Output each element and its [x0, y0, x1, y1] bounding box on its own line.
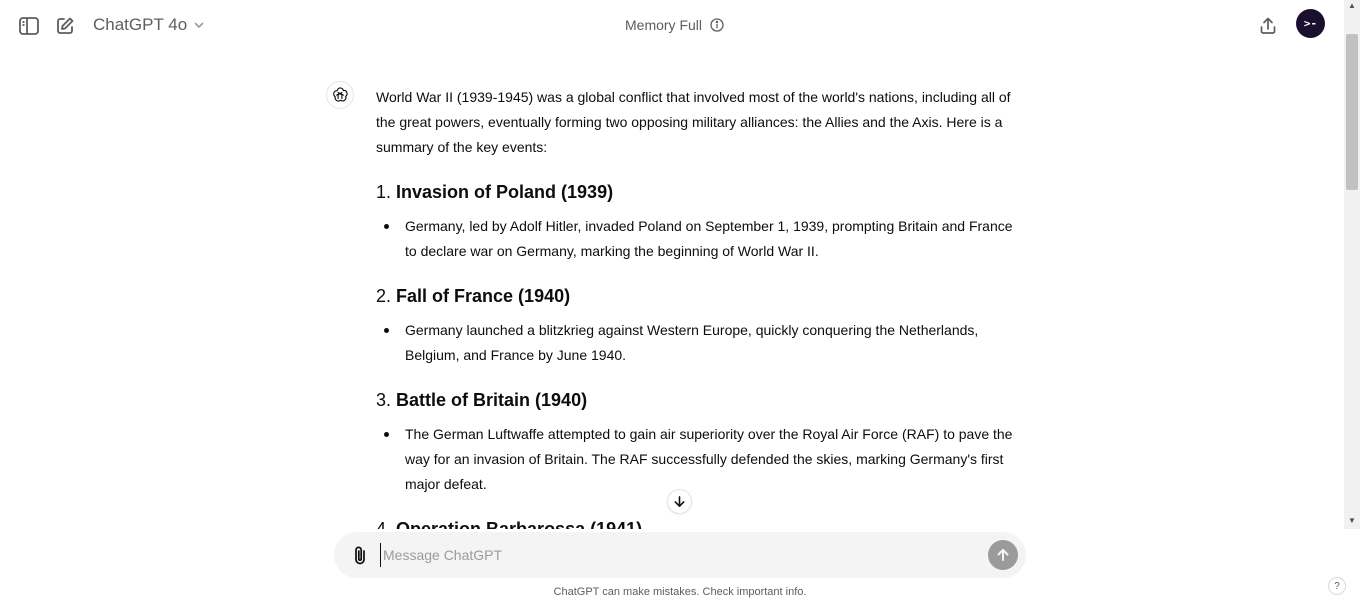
scrollbar[interactable]: ▲ ▼: [1344, 0, 1360, 529]
section-title: Invasion of Poland (1939): [396, 182, 614, 202]
assistant-message: World War II (1939-1945) was a global co…: [376, 85, 1020, 529]
assistant-avatar: [326, 81, 354, 109]
section-number: 4.: [376, 519, 392, 529]
scroll-to-bottom-button[interactable]: [667, 489, 692, 514]
help-button[interactable]: ?: [1328, 577, 1346, 595]
arrow-up-icon: [997, 549, 1009, 561]
message-input[interactable]: [380, 543, 980, 567]
paperclip-icon: [355, 546, 365, 565]
memory-label: Memory Full: [625, 17, 703, 33]
section-number: 2.: [376, 286, 392, 306]
new-chat-icon: [57, 17, 74, 34]
disclaimer: ChatGPT can make mistakes. Check importa…: [553, 586, 807, 598]
conversation: World War II (1939-1945) was a global co…: [0, 52, 1344, 529]
sidebar-toggle-button[interactable]: [16, 13, 42, 39]
scroll-up-arrow-icon[interactable]: ▲: [1348, 2, 1356, 10]
section-heading: 4. Operation Barbarossa (1941): [376, 517, 1020, 529]
top-bar: ChatGPT 4o Memory Full >-: [0, 0, 1344, 52]
sidebar-toggle-icon: [19, 17, 39, 35]
model-switcher[interactable]: ChatGPT 4o: [93, 15, 205, 35]
message-intro: World War II (1939-1945) was a global co…: [376, 89, 1011, 155]
section-heading: 1. Invasion of Poland (1939): [376, 180, 1020, 204]
new-chat-button[interactable]: [52, 13, 78, 39]
openai-logo-icon: [333, 87, 348, 102]
info-icon[interactable]: [710, 18, 724, 32]
bullet-list: Germany launched a blitzkrieg against We…: [376, 318, 1020, 368]
scroll-down-arrow-icon[interactable]: ▼: [1348, 517, 1356, 525]
section-title: Operation Barbarossa (1941): [396, 519, 643, 529]
arrow-down-icon: [674, 496, 685, 507]
section-number: 3.: [376, 390, 392, 410]
bullet-list: The German Luftwaffe attempted to gain a…: [376, 422, 1020, 497]
section-heading: 2. Fall of France (1940): [376, 284, 1020, 308]
list-item: Germany launched a blitzkrieg against We…: [384, 318, 1020, 368]
list-item: Germany, led by Adolf Hitler, invaded Po…: [384, 214, 1020, 264]
attach-button[interactable]: [350, 544, 370, 566]
share-button[interactable]: [1255, 13, 1281, 39]
scroll-thumb[interactable]: [1346, 34, 1358, 190]
model-name: ChatGPT 4o: [93, 15, 188, 34]
section-title: Fall of France (1940): [396, 286, 571, 306]
memory-status[interactable]: Memory Full: [625, 17, 724, 33]
section-number: 1.: [376, 182, 392, 202]
list-item: The German Luftwaffe attempted to gain a…: [384, 422, 1020, 497]
share-icon: [1260, 17, 1276, 34]
chevron-down-icon: [194, 22, 204, 29]
bullet-list: Germany, led by Adolf Hitler, invaded Po…: [376, 214, 1020, 264]
section-title: Battle of Britain (1940): [396, 390, 588, 410]
message-composer: [334, 532, 1026, 578]
section-heading: 3. Battle of Britain (1940): [376, 388, 1020, 412]
send-button[interactable]: [988, 540, 1018, 570]
user-avatar[interactable]: >-: [1296, 9, 1325, 38]
